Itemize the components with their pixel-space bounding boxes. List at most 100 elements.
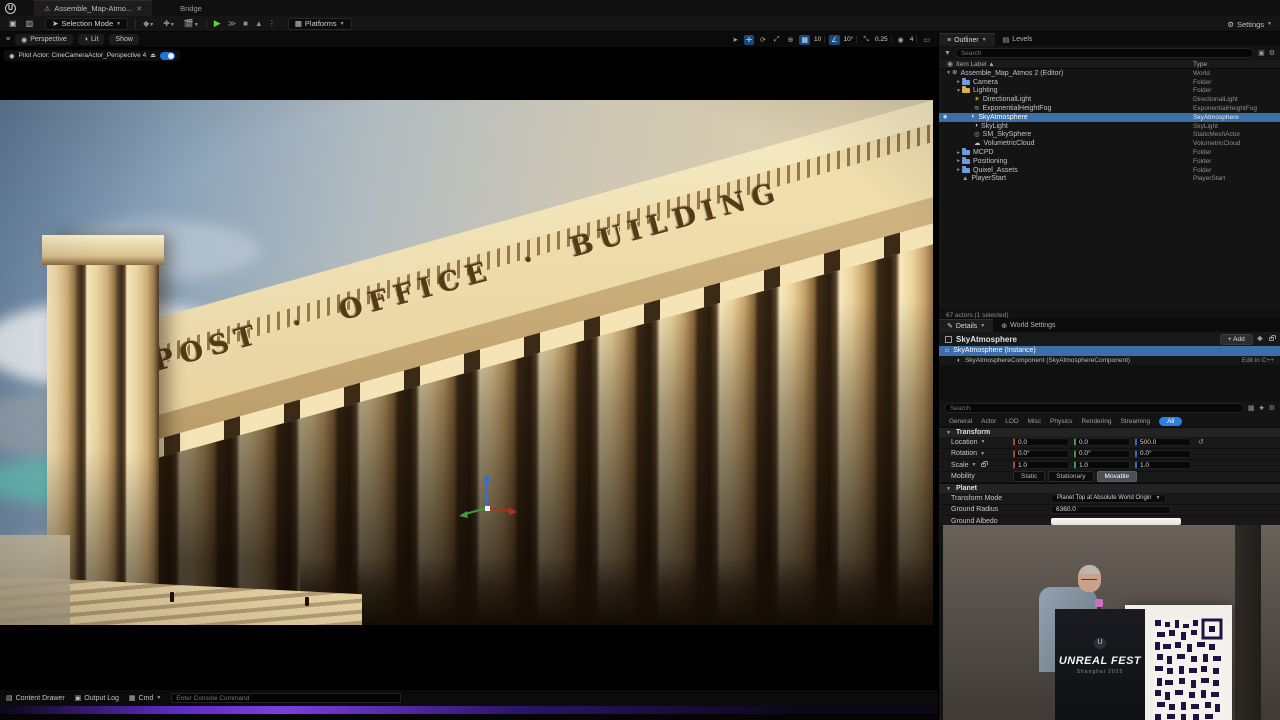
rotation-snap-value[interactable]: 10° <box>844 36 858 43</box>
add-actor-icon[interactable]: ◆▼ <box>143 19 154 28</box>
details-settings-icon[interactable]: ⚙ <box>1269 404 1275 412</box>
outliner-row-positioning[interactable]: Positioning Folder <box>939 157 1280 166</box>
cmd-dropdown[interactable]: ▦ Cmd ▼ <box>129 694 161 702</box>
asset-tab-bridge[interactable]: Bridge <box>170 0 212 16</box>
item-label-column[interactable]: Item Label ▲ <box>956 61 995 68</box>
filter-general[interactable]: General <box>949 418 972 425</box>
chevron-down-icon[interactable]: ▼ <box>972 462 977 468</box>
property-matrix-icon[interactable]: ▦ <box>1248 404 1255 412</box>
scale-lock-icon[interactable] <box>981 463 986 467</box>
scale-z-field[interactable]: 1.0 <box>1135 461 1191 469</box>
source-control-icon[interactable]: ▥ <box>26 19 34 28</box>
move-tool-icon[interactable]: ✛ <box>744 35 754 45</box>
play-options-kebab-icon[interactable]: ⋮ <box>268 19 276 28</box>
type-column[interactable]: Type <box>1193 61 1207 68</box>
outliner-row-lighting[interactable]: Lighting Folder <box>939 87 1280 96</box>
outliner-settings-icon[interactable]: ⚙ <box>1269 49 1275 57</box>
scale-snap-icon[interactable]: ⤡ <box>861 35 871 45</box>
outliner-row-sky-light[interactable]: ◑ SkyLight SkyLight <box>939 122 1280 131</box>
filter-actor[interactable]: Actor <box>981 418 996 425</box>
outliner-row-sky-atmosphere[interactable]: ◉ ◐ SkyAtmosphere SkyAtmosphere <box>939 113 1280 122</box>
grid-snap-value[interactable]: 10 <box>814 36 825 43</box>
location-y-field[interactable]: 0.0 <box>1074 438 1130 446</box>
section-planet[interactable]: Planet <box>939 483 1280 493</box>
outliner-search-input[interactable] <box>955 48 1254 58</box>
perspective-dropdown[interactable]: ◉ Perspective <box>15 34 73 45</box>
blueprints-icon[interactable]: ✚▼ <box>163 19 175 28</box>
console-command-input[interactable] <box>171 693 401 703</box>
mobility-static-button[interactable]: Static <box>1013 471 1045 482</box>
rotate-tool-icon[interactable]: ⟳ <box>758 35 768 45</box>
outliner-row-camera[interactable]: Camera Folder <box>939 78 1280 87</box>
level-viewport[interactable]: ≡ ◉ Perspective ◑ Lit Show ➤ ✛ ⟳ ⤢ ⊕ ▦ 1… <box>0 32 938 690</box>
content-drawer-button[interactable]: ▤ Content Drawer <box>6 694 65 702</box>
outliner-row-quixel-assets[interactable]: Quixel_Assets Folder <box>939 166 1280 175</box>
selection-mode-dropdown[interactable]: ➤ Selection Mode ▼ <box>45 18 128 30</box>
lock-details-icon[interactable] <box>1267 336 1274 343</box>
expander-icon[interactable] <box>955 167 962 173</box>
filter-physics[interactable]: Physics <box>1050 418 1072 425</box>
expander-icon[interactable] <box>955 150 962 156</box>
tab-details[interactable]: ✎ Details ▼ <box>939 319 993 332</box>
pilot-toggle[interactable] <box>160 52 175 60</box>
outliner-row-volumetric-cloud[interactable]: ☁ VolumetricCloud VolumetricCloud <box>939 139 1280 148</box>
outliner-row-height-fog[interactable]: ≋ ExponentialHeightFog ExponentialHeight… <box>939 104 1280 113</box>
play-button[interactable]: ▶ <box>214 18 221 29</box>
scale-y-field[interactable]: 1.0 <box>1074 461 1130 469</box>
expander-icon[interactable] <box>945 70 952 76</box>
location-x-field[interactable]: 0.0 <box>1013 438 1069 446</box>
eject-pilot-icon[interactable]: ⏏ <box>150 52 156 59</box>
launch-icon[interactable]: ▲ <box>255 19 263 28</box>
outliner-row-player-start[interactable]: ▲ PlayerStart PlayerStart <box>939 175 1280 184</box>
world-coordinate-icon[interactable]: ⊕ <box>786 35 796 45</box>
asset-tab-assemble-map[interactable]: ⚠ Assemble_Map-Atmo... ✕ <box>34 0 152 16</box>
component-row-skyatmosphere-component[interactable]: ◐ SkyAtmosphereComponent (SkyAtmosphereC… <box>939 356 1280 366</box>
filter-streaming[interactable]: Streaming <box>1120 418 1150 425</box>
edit-in-cpp-link[interactable]: Edit in C++ <box>1242 357 1274 364</box>
expander-icon[interactable] <box>955 88 962 94</box>
output-log-button[interactable]: ▣ Output Log <box>75 694 119 702</box>
camera-speed-icon[interactable]: ◉ <box>896 35 906 45</box>
filter-rendering[interactable]: Rendering <box>1081 418 1111 425</box>
component-row-instance[interactable]: ⌂ SkyAtmosphere (Instance) <box>939 346 1280 356</box>
filter-all[interactable]: All <box>1159 417 1182 426</box>
chevron-down-icon[interactable]: ▼ <box>980 451 985 457</box>
scale-x-field[interactable]: 1.0 <box>1013 461 1069 469</box>
rotation-x-field[interactable]: 0.0° <box>1013 450 1069 458</box>
view-mode-dropdown[interactable]: ◑ Lit <box>78 34 105 45</box>
location-z-field[interactable]: 500.0 <box>1135 438 1191 446</box>
expander-icon[interactable] <box>955 79 962 85</box>
skip-frame-icon[interactable]: ≫ <box>228 19 236 28</box>
scale-tool-icon[interactable]: ⤢ <box>772 35 782 45</box>
settings-dropdown[interactable]: ⚙ Settings ▼ <box>1227 16 1272 32</box>
viewport-scene[interactable]: POST · OFFICE · BUILDING <box>0 100 933 625</box>
rotation-z-field[interactable]: 0.0° <box>1135 450 1191 458</box>
outliner-column-header[interactable]: ◉ Item Label ▲ Type <box>939 60 1280 69</box>
outliner-row-sky-sphere[interactable]: ◎ SM_SkySphere StaticMeshActor <box>939 131 1280 140</box>
pilot-actor-badge[interactable]: ◉ Pilot Actor: CineCameraActor_Perspecti… <box>4 50 180 61</box>
visibility-eye-icon[interactable]: ◉ <box>943 114 947 120</box>
mobility-stationary-button[interactable]: Stationary <box>1048 471 1093 482</box>
transform-mode-dropdown[interactable]: Planet Top at Absolute World Origin ▼ <box>1051 494 1166 503</box>
select-tool-icon[interactable]: ➤ <box>730 35 740 45</box>
ground-radius-field[interactable]: 6360.0 <box>1051 506 1171 514</box>
tab-outliner[interactable]: ≡ Outliner ▼ <box>939 33 995 46</box>
ground-albedo-color-swatch[interactable] <box>1051 518 1181 525</box>
filter-lod[interactable]: LOD <box>1005 418 1018 425</box>
platforms-dropdown[interactable]: ▦ Platforms ▼ <box>288 18 352 30</box>
tab-world-settings[interactable]: ⊕ World Settings <box>993 319 1063 332</box>
close-tab-icon[interactable]: ✕ <box>136 5 142 13</box>
filter-funnel-icon[interactable]: ▼ <box>944 50 951 57</box>
details-search-input[interactable] <box>944 403 1244 413</box>
rotation-snap-icon[interactable]: ∠ <box>829 35 839 45</box>
maximize-viewport-icon[interactable]: ▭ <box>921 35 932 45</box>
stop-icon[interactable]: ■ <box>243 19 248 28</box>
scale-snap-value[interactable]: 0.25 <box>875 36 892 43</box>
grid-snap-icon[interactable]: ▦ <box>799 35 810 45</box>
mobility-movable-button[interactable]: Movable <box>1097 471 1138 482</box>
section-transform[interactable]: Transform <box>939 427 1280 437</box>
cinematics-icon[interactable]: 🎬▼ <box>184 19 199 28</box>
chevron-down-icon[interactable]: ▼ <box>980 439 985 445</box>
new-folder-icon[interactable]: ▣ <box>1258 49 1265 57</box>
reset-to-default-icon[interactable]: ↺ <box>1198 438 1204 446</box>
